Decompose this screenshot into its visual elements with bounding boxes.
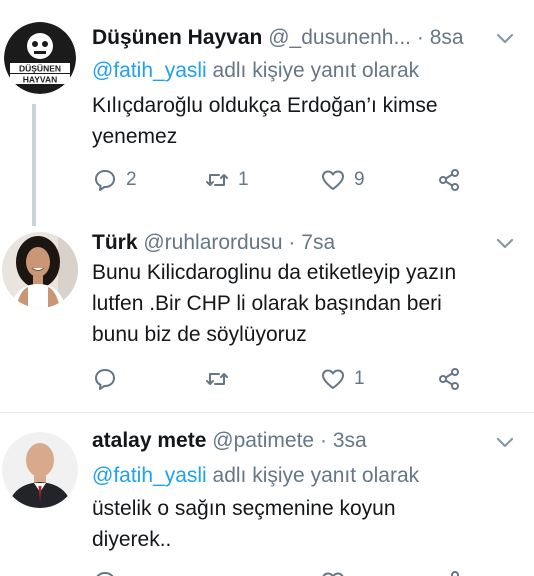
retweet-button[interactable]: [204, 566, 230, 576]
heart-icon: [322, 369, 344, 389]
reply-icon: [95, 369, 115, 390]
separator: ·: [319, 429, 327, 452]
avatar-logo-line1: DÜŞÜNEN: [19, 64, 61, 74]
timestamp[interactable]: 3sa: [333, 429, 367, 452]
display-name[interactable]: Düşünen Hayvan: [92, 26, 262, 49]
avatar[interactable]: [2, 232, 78, 308]
user-handle[interactable]: @patimete: [212, 429, 314, 452]
retweet-icon: [204, 569, 230, 576]
display-name[interactable]: Türk: [92, 231, 138, 254]
retweet-icon: [206, 373, 228, 385]
share-icon: [451, 571, 459, 576]
tweet-divider: [0, 412, 534, 413]
timestamp[interactable]: 8sa: [430, 26, 464, 49]
share-button[interactable]: [436, 566, 462, 576]
separator: ·: [288, 231, 296, 254]
reply-mention-link[interactable]: @fatih_yasli: [92, 464, 207, 487]
chevron-down-icon[interactable]: [494, 232, 516, 254]
avatar-logo-line2: HAYVAN: [23, 75, 57, 85]
avatar[interactable]: [2, 432, 78, 508]
reply-button[interactable]: [92, 566, 118, 576]
like-count: 1: [354, 368, 365, 389]
retweet-icon: [206, 174, 228, 186]
tweet-actions: [92, 566, 512, 576]
tweet-actions: 1: [92, 363, 512, 395]
reply-icon: [96, 572, 114, 576]
tweet-header: Türk @ruhlarordusu · 7sa: [92, 227, 335, 259]
share-button[interactable]: [436, 363, 462, 395]
display-name[interactable]: atalay mete: [92, 429, 206, 452]
user-handle[interactable]: @ruhlarordusu: [143, 231, 282, 254]
like-button[interactable]: [320, 566, 346, 576]
retweet-button[interactable]: 1: [204, 164, 249, 196]
chevron-down-icon[interactable]: [494, 431, 516, 453]
reply-button[interactable]: [92, 363, 126, 395]
thread-line: [32, 104, 36, 226]
reply-context-label: adlı kişiye yanıt olarak: [206, 59, 420, 82]
tweet-text-line: diyerek..: [92, 528, 172, 551]
reply-mention-link[interactable]: @fatih_yasli: [92, 59, 207, 82]
tweet-header: atalay mete @patimete · 3sa: [92, 425, 367, 457]
heart-icon: [322, 572, 344, 576]
heart-icon: [322, 170, 344, 190]
reply-context: @fatih_yasli adlı kişiye yanıt olarak: [92, 59, 419, 83]
chevron-down-icon[interactable]: [494, 27, 516, 49]
reply-icon: [95, 170, 115, 191]
reply-button[interactable]: 2: [92, 164, 137, 196]
tweet-text-line: yenemez: [92, 125, 178, 148]
separator: ·: [416, 26, 424, 49]
timestamp[interactable]: 7sa: [301, 231, 335, 254]
like-count: 9: [354, 169, 365, 190]
reply-context: @fatih_yasli adlı kişiye yanıt olarak: [92, 464, 419, 488]
tweet-text-line: lutfen .Bir CHP li olarak başından beri: [92, 292, 442, 315]
retweet-button[interactable]: [204, 363, 238, 395]
tweet-actions: 2 1 9: [92, 164, 512, 196]
retweet-count: 1: [238, 169, 249, 190]
share-button[interactable]: [436, 164, 462, 196]
share-icon: [439, 169, 459, 191]
tweet-text: Kılıçdaroğlu oldukça Erdoğan’ı kimse yen…: [92, 90, 517, 152]
tweet-text: üstelik o sağın seçmenine koyun diyerek.…: [92, 493, 517, 555]
tweet-header: Düşünen Hayvan @_dusunenh... · 8sa: [92, 22, 464, 54]
tweet-text-line: bunu biz de söylüyoruz: [92, 323, 307, 346]
tweet-text-line: üstelik o sağın seçmenine koyun: [92, 497, 396, 520]
tweet-text-line: Kılıçdaroğlu oldukça Erdoğan’ı kimse: [92, 94, 438, 117]
avatar[interactable]: DÜŞÜNEN HAYVAN: [4, 22, 76, 94]
tweet-text-line: Bunu Kilicdaroglinu da etiketleyip yazın: [92, 261, 457, 284]
reply-count: 2: [126, 169, 137, 190]
user-handle[interactable]: @_dusunenh...: [268, 26, 411, 49]
like-button[interactable]: 9: [320, 164, 365, 196]
like-button[interactable]: 1: [320, 363, 365, 395]
tweet-text: Bunu Kilicdaroglinu da etiketleyip yazın…: [92, 257, 517, 350]
reply-context-label: adlı kişiye yanıt olarak: [206, 464, 420, 487]
share-icon: [439, 368, 459, 390]
